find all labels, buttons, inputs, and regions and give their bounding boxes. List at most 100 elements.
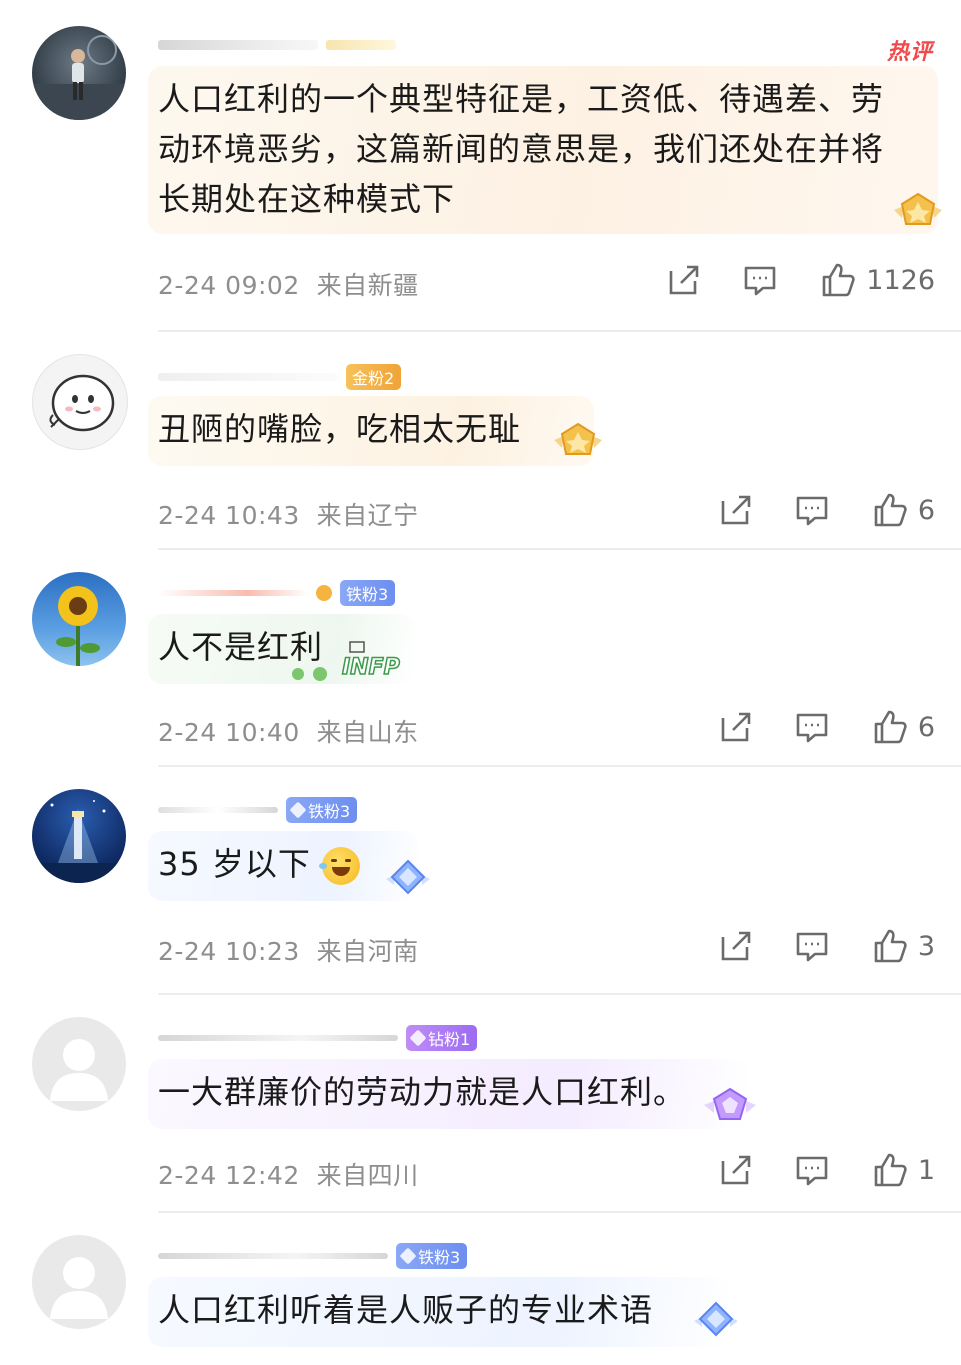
comment-time: 2-24 10:43 (158, 501, 300, 530)
fan-badge-label: 铁粉3 (308, 802, 351, 821)
username[interactable] (158, 590, 308, 596)
fan-badge-label: 钻粉1 (428, 1030, 471, 1049)
fan-badge-label: 铁粉3 (346, 585, 389, 604)
comment-item: 铁粉3 人口红利听着是人贩子的专业术语 (0, 1213, 961, 1365)
comment-item: 铁粉3 35 岁以下 2-24 10:23 来自河南 3 (0, 767, 961, 993)
thumbs-up-icon (822, 263, 855, 297)
comment-location: 来自辽宁 (316, 501, 419, 530)
fan-badge[interactable]: 金粉2 (346, 364, 402, 390)
like-count: 1 (917, 1154, 935, 1186)
comment-location: 来自河南 (316, 937, 419, 966)
comment-text-content: 35 岁以下 (158, 845, 311, 883)
comment-text: 人不是红利 (158, 628, 324, 666)
share-button[interactable] (664, 263, 704, 297)
comment-icon (744, 266, 776, 296)
username-row: 铁粉3 (158, 578, 396, 608)
comment-time: 2-24 12:42 (158, 1161, 300, 1190)
comment-actions: 1126 (664, 262, 935, 298)
comment-text: 丑陋的嘴脸，吃相太无耻 (158, 410, 522, 448)
diamond-icon (289, 801, 307, 819)
comment-location: 来自山东 (316, 718, 419, 747)
share-button[interactable] (716, 929, 756, 963)
share-button[interactable] (716, 710, 756, 744)
comment-location: 来自四川 (316, 1161, 419, 1190)
comment-button[interactable] (740, 263, 780, 297)
comment-meta: 2-24 10:43 来自辽宁 (158, 496, 419, 532)
laughing-crying-emoji-icon (319, 847, 361, 885)
share-button[interactable] (716, 1153, 756, 1187)
share-icon (721, 495, 751, 525)
comment-actions: 1 (716, 1152, 935, 1188)
comment-item: 热评 人口红利的一个典型特征是，工资低、待遇差、劳 动环境恶劣，这篇新闻的意思是… (0, 0, 961, 318)
like-button[interactable]: 1 (872, 1152, 935, 1188)
avatar[interactable] (32, 789, 126, 883)
username[interactable] (158, 807, 278, 813)
like-count: 3 (917, 930, 935, 962)
comment-icon (796, 496, 828, 526)
share-button[interactable] (716, 493, 756, 527)
comment-icon (796, 932, 828, 962)
default-avatar[interactable] (32, 1235, 126, 1329)
comment-bubble: 一大群廉价的劳动力就是人口红利。 (148, 1059, 748, 1129)
fan-badge[interactable]: 铁粉3 (340, 580, 396, 606)
comment-text: 人口红利听着是人贩子的专业术语 (158, 1291, 654, 1329)
username-row: 金粉2 (158, 362, 402, 392)
fan-badge[interactable]: 铁粉3 (396, 1243, 468, 1269)
fan-badge[interactable]: 铁粉3 (286, 797, 358, 823)
share-icon (721, 1155, 751, 1185)
comment-button[interactable] (792, 1153, 832, 1187)
comment-meta: 2-24 10:23 来自河南 (158, 932, 419, 968)
comment-bubble: 人口红利的一个典型特征是，工资低、待遇差、劳 动环境恶劣，这篇新闻的意思是，我们… (148, 66, 938, 234)
like-button[interactable]: 1126 (820, 262, 935, 298)
hot-comment-tag: 热评 (886, 40, 933, 65)
comment-bubble: 35 岁以下 (148, 831, 418, 901)
share-icon (721, 712, 751, 742)
avatar[interactable] (32, 572, 126, 666)
username-row: 铁粉3 (158, 795, 358, 825)
username[interactable] (158, 1035, 398, 1041)
fan-badge-label: 金粉2 (352, 369, 395, 388)
like-button[interactable]: 6 (872, 492, 935, 528)
comment-time: 2-24 10:23 (158, 937, 300, 966)
username-row: 铁粉3 (158, 1241, 468, 1271)
comment-meta: 2-24 09:02 来自新疆 (158, 266, 419, 302)
thumbs-up-icon (874, 710, 907, 744)
like-count: 1126 (866, 264, 935, 296)
fan-badge-label: 铁粉3 (418, 1248, 461, 1267)
comment-text: 人口红利的一个典型特征是，工资低、待遇差、劳 动环境恶劣，这篇新闻的意思是，我们… (158, 74, 928, 224)
username[interactable] (158, 30, 396, 60)
comment-text-line: 长期处在这种模式下 (158, 180, 456, 218)
crown-icon (316, 585, 332, 601)
comment-text: 一大群廉价的劳动力就是人口红利。 (158, 1073, 687, 1111)
comment-bubble: 人口红利听着是人贩子的专业术语 (148, 1277, 728, 1347)
comment-button[interactable] (792, 493, 832, 527)
comment-actions: 6 (716, 492, 935, 528)
diamond-icon (409, 1029, 427, 1047)
default-avatar[interactable] (32, 1017, 126, 1111)
comment-item: 金粉2 丑陋的嘴脸，吃相太无耻 2-24 10:43 来自辽宁 6 (0, 332, 961, 548)
comment-button[interactable] (792, 710, 832, 744)
comment-location: 来自新疆 (316, 271, 419, 300)
username[interactable] (158, 1253, 388, 1259)
username[interactable] (158, 373, 338, 381)
comment-text-line: 人口红利的一个典型特征是，工资低、待遇差、劳 (158, 80, 885, 118)
comment-text-line: 动环境恶劣，这篇新闻的意思是，我们还处在并将 (158, 130, 885, 168)
comment-time: 2-24 09:02 (158, 271, 300, 300)
username-row: 钻粉1 (158, 1023, 478, 1053)
like-button[interactable]: 3 (872, 928, 935, 964)
comment-button[interactable] (792, 929, 832, 963)
comment-text: 35 岁以下 (158, 839, 408, 889)
fan-badge[interactable]: 钻粉1 (406, 1025, 478, 1051)
comment-actions: 3 (716, 928, 935, 964)
comment-meta: 2-24 12:42 来自四川 (158, 1156, 419, 1192)
comment-bubble: 丑陋的嘴脸，吃相太无耻 (148, 396, 594, 466)
avatar[interactable] (32, 354, 128, 450)
share-icon (721, 931, 751, 961)
diamond-icon (399, 1247, 417, 1265)
like-button[interactable]: 6 (872, 709, 935, 745)
comment-icon (796, 1156, 828, 1186)
comment-item: 钻粉1 一大群廉价的劳动力就是人口红利。 2-24 12:42 来自四川 1 (0, 995, 961, 1211)
comment-icon (796, 713, 828, 743)
avatar[interactable] (32, 26, 126, 120)
comment-meta: 2-24 10:40 来自山东 (158, 713, 419, 749)
